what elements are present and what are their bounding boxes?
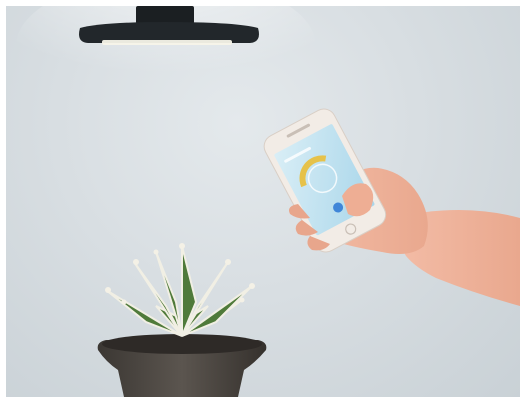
photo bbox=[6, 6, 520, 397]
hand-holding-smartphone bbox=[263, 108, 520, 306]
potted-succulent bbox=[97, 243, 267, 397]
scene-illustration bbox=[16, 6, 520, 397]
